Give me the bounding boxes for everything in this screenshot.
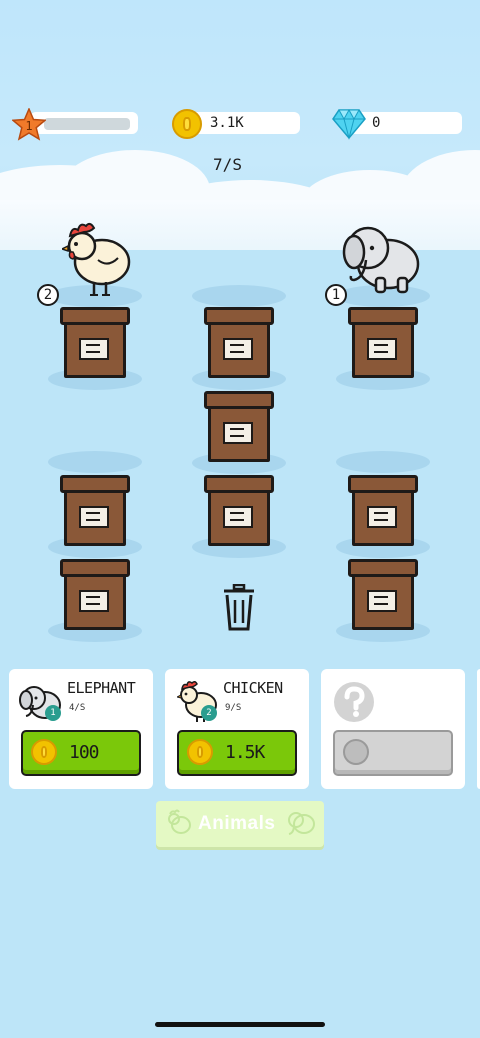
- elephant-level-badge: 1: [325, 284, 347, 306]
- mystery-crate[interactable]: [204, 307, 274, 379]
- chicken-card-rate: 9/S: [225, 703, 242, 713]
- shop-card-elephant: 1 ELEPHANT 4/S 100: [9, 669, 153, 789]
- elephant-card-rate: 4/S: [69, 703, 86, 713]
- locked-buy-button: [333, 730, 453, 776]
- mystery-crate[interactable]: [60, 475, 130, 547]
- elephant-icon: [288, 812, 315, 835]
- mystery-crate[interactable]: [204, 475, 274, 547]
- chicken-icon[interactable]: [62, 218, 134, 298]
- chicken-icon: [168, 809, 191, 834]
- shop-card-chicken: 2 CHICKEN 9/S 1.5K: [165, 669, 309, 789]
- chicken-card-name: CHICKEN: [223, 679, 283, 697]
- gems-value: 0: [372, 115, 381, 131]
- buy-chicken-button[interactable]: 1.5K: [177, 730, 297, 776]
- elephant-card-name: ELEPHANT: [67, 679, 136, 697]
- chicken-card-badge: 2: [201, 705, 217, 721]
- coin-icon: [31, 739, 57, 765]
- level-progress-track: [44, 118, 130, 130]
- mystery-crate[interactable]: [204, 391, 274, 463]
- slot-shadow: [336, 451, 430, 473]
- elephant-card-badge: 1: [45, 705, 61, 721]
- chicken-level-badge: 2: [37, 284, 59, 306]
- home-indicator[interactable]: [155, 1022, 325, 1027]
- slot-shadow: [192, 285, 286, 307]
- chicken-price: 1.5K: [225, 742, 265, 763]
- animals-button[interactable]: Animals: [156, 801, 324, 847]
- coin-icon: [343, 739, 369, 765]
- animals-button-label: Animals: [198, 813, 276, 834]
- question-icon: [334, 682, 374, 722]
- coin-icon: [172, 109, 202, 139]
- star-icon: 1: [12, 108, 46, 141]
- elephant-price: 100: [69, 742, 99, 763]
- coins-value: 3.1K: [210, 115, 244, 131]
- coin-icon: [187, 739, 213, 765]
- buy-elephant-button[interactable]: 100: [21, 730, 141, 776]
- shop-card-locked: [321, 669, 465, 789]
- elephant-icon[interactable]: [342, 218, 424, 296]
- income-rate: 7/S: [213, 155, 242, 174]
- slot-shadow: [48, 451, 142, 473]
- diamond-icon: [332, 108, 366, 140]
- mystery-crate[interactable]: [348, 307, 418, 379]
- mystery-crate[interactable]: [60, 559, 130, 631]
- mystery-crate[interactable]: [60, 307, 130, 379]
- gems-pill: [350, 112, 462, 134]
- mystery-crate[interactable]: [348, 475, 418, 547]
- mystery-crate[interactable]: [348, 559, 418, 631]
- trash-icon[interactable]: [222, 584, 256, 632]
- level-number: 1: [25, 119, 32, 133]
